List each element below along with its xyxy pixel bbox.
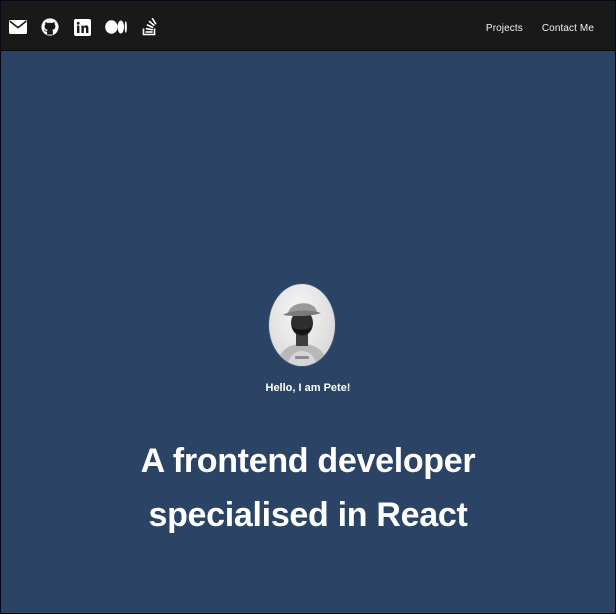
top-nav-bar: Projects Contact Me bbox=[1, 1, 615, 51]
greeting-text: Hello, I am Pete! bbox=[265, 382, 351, 394]
nav-link-projects[interactable]: Projects bbox=[486, 23, 523, 34]
hero-section: Hello, I am Pete! A frontend developer s… bbox=[1, 50, 615, 613]
stackoverflow-icon[interactable] bbox=[141, 18, 159, 36]
headline-line-1: A frontend developer bbox=[140, 442, 476, 480]
avatar bbox=[269, 284, 335, 366]
medium-icon[interactable] bbox=[105, 18, 127, 36]
envelope-icon[interactable] bbox=[9, 18, 27, 36]
github-icon[interactable] bbox=[41, 18, 59, 36]
linkedin-icon[interactable] bbox=[73, 18, 91, 36]
main-nav: Projects Contact Me bbox=[486, 23, 594, 34]
page-frame: Projects Contact Me Hello, I am Pete! A … bbox=[0, 0, 616, 614]
headline-line-2: specialised in React bbox=[148, 496, 468, 534]
nav-link-contact[interactable]: Contact Me bbox=[542, 23, 594, 34]
social-links bbox=[9, 18, 159, 36]
hero-headline: A frontend developer specialised in Reac… bbox=[61, 434, 555, 542]
